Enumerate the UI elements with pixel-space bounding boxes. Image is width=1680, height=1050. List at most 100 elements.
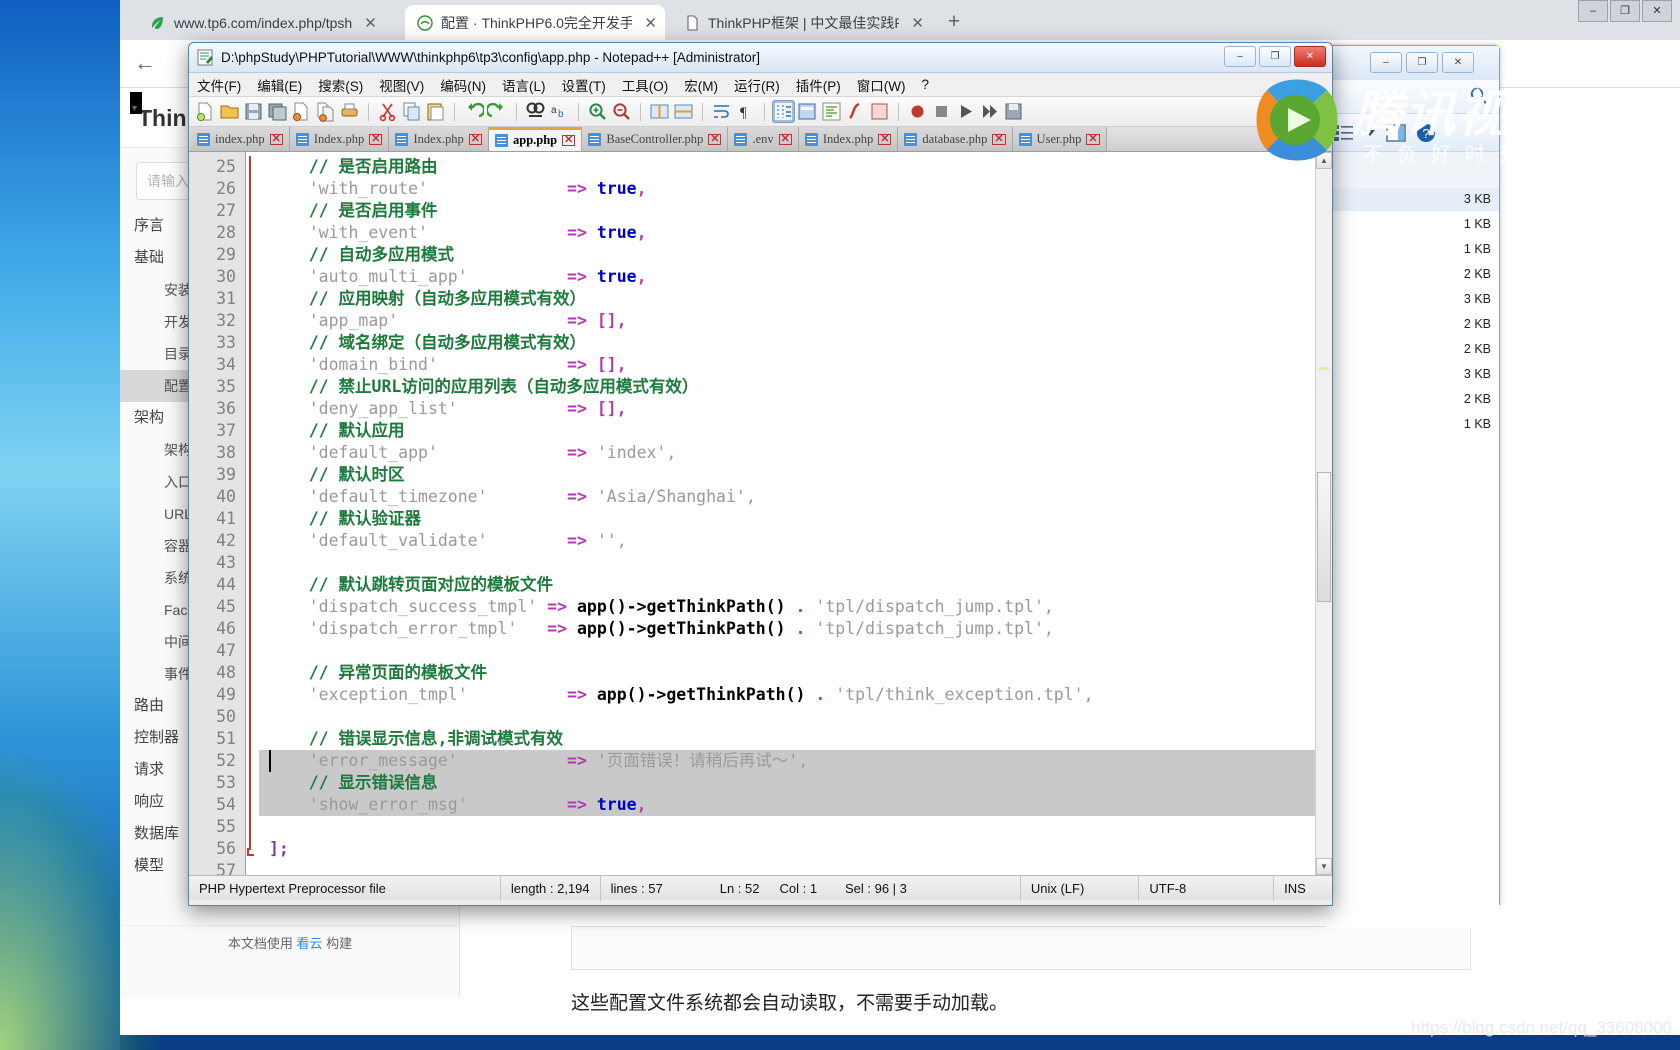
sync-v-scroll-icon[interactable]: [673, 101, 694, 122]
paste-icon[interactable]: [425, 101, 446, 122]
record-macro-icon[interactable]: [907, 101, 928, 122]
print-icon[interactable]: [339, 101, 360, 122]
user-defined-dialog-icon[interactable]: [797, 101, 818, 122]
close-icon[interactable]: ✕: [778, 133, 792, 145]
new-tab-button[interactable]: +: [940, 9, 968, 37]
explorer-file-row[interactable]: 1 KB: [1326, 213, 1499, 236]
editor-vertical-scrollbar[interactable]: ▲ ▼: [1315, 152, 1332, 875]
function-list-icon[interactable]: [845, 101, 866, 122]
save-icon[interactable]: [243, 101, 264, 122]
code-line[interactable]: [259, 860, 1332, 875]
menu-item[interactable]: 语言(L): [502, 75, 546, 95]
code-line[interactable]: // 默认跳转页面对应的模板文件: [259, 574, 1332, 596]
close-icon[interactable]: ✕: [992, 133, 1006, 145]
chevron-down-icon[interactable]: [1364, 128, 1376, 138]
menu-item[interactable]: 设置(T): [562, 75, 606, 95]
run-macro-multiple-icon[interactable]: [979, 101, 1000, 122]
close-icon[interactable]: ✕: [468, 133, 482, 145]
close-icon[interactable]: ✕: [708, 133, 722, 145]
code-line[interactable]: 'exception_tmpl' => app()->getThinkPath(…: [259, 684, 1332, 706]
maximize-button[interactable]: ❐: [1610, 0, 1640, 22]
close-icon[interactable]: ✕: [911, 14, 924, 32]
explorer-search-bar[interactable]: [1326, 80, 1499, 114]
code-line[interactable]: // 应用映射（自动多应用模式有效）: [259, 288, 1332, 310]
browser-tab-1[interactable]: 配置 · ThinkPHP6.0完全开发手册 ✕: [405, 5, 665, 40]
close-icon[interactable]: ✕: [269, 133, 283, 145]
code-line[interactable]: [259, 640, 1332, 662]
explorer-file-row[interactable]: 1 KB: [1326, 238, 1499, 261]
code-line[interactable]: // 异常页面的模板文件: [259, 662, 1332, 684]
explorer-file-row[interactable]: 2 KB: [1326, 263, 1499, 286]
redo-icon[interactable]: [485, 101, 508, 122]
stop-macro-icon[interactable]: [931, 101, 952, 122]
folder-workspace-icon[interactable]: [869, 101, 890, 122]
file-tab[interactable]: Index.php ✕: [389, 127, 489, 151]
tab-scroll-left-button[interactable]: ◀: [1300, 131, 1314, 147]
file-tab[interactable]: index.php ✕: [191, 127, 290, 151]
copy-icon[interactable]: [401, 101, 422, 122]
back-button[interactable]: ←: [130, 49, 160, 79]
code-line[interactable]: // 是否启用路由: [259, 156, 1332, 178]
close-icon[interactable]: ✕: [878, 133, 892, 145]
code-line[interactable]: // 禁止URL访问的应用列表（自动多应用模式有效）: [259, 376, 1332, 398]
indent-guide-icon[interactable]: [772, 100, 795, 123]
code-line[interactable]: 'domain_bind' => [],: [259, 354, 1332, 376]
code-line[interactable]: 'deny_app_list' => [],: [259, 398, 1332, 420]
play-macro-icon[interactable]: [955, 101, 976, 122]
close-icon[interactable]: ✕: [1086, 133, 1100, 145]
menu-item[interactable]: ?: [921, 77, 929, 92]
code-line[interactable]: // 显示错误信息: [259, 772, 1332, 794]
menu-item[interactable]: 视图(V): [379, 75, 424, 95]
code-line[interactable]: 'default_app' => 'index',: [259, 442, 1332, 464]
new-file-icon[interactable]: [195, 101, 216, 122]
menu-item[interactable]: 编辑(E): [257, 75, 302, 95]
code-line[interactable]: // 是否启用事件: [259, 200, 1332, 222]
code-line[interactable]: 'with_route' => true,: [259, 178, 1332, 200]
scroll-down-button[interactable]: ▼: [1316, 858, 1332, 875]
find-icon[interactable]: [525, 101, 546, 122]
explorer-file-row[interactable]: 2 KB: [1326, 338, 1499, 361]
explorer-file-row[interactable]: 1 KB: [1326, 413, 1499, 436]
file-tab[interactable]: Index.php ✕: [289, 127, 390, 151]
minimize-button[interactable]: –: [1224, 46, 1256, 67]
code-line[interactable]: 'auto_multi_app' => true,: [259, 266, 1332, 288]
code-line[interactable]: // 域名绑定（自动多应用模式有效）: [259, 332, 1332, 354]
code-line[interactable]: 'app_map' => [],: [259, 310, 1332, 332]
docs-footer-link[interactable]: 看云: [296, 936, 322, 951]
document-map-icon[interactable]: [821, 101, 842, 122]
browser-tab-2[interactable]: ThinkPHP框架 | 中文最佳实践PH ✕: [672, 5, 932, 40]
undo-icon[interactable]: [463, 101, 486, 122]
code-editor[interactable]: 25 26 27 28 29 30 31 32 33 34 35 36 37 38 39 40 41 42 43 44…: [189, 152, 1332, 875]
menu-item[interactable]: 文件(F): [197, 75, 241, 95]
code-line[interactable]: 'default_validate' => '',: [259, 530, 1332, 552]
save-all-icon[interactable]: [267, 101, 288, 122]
code-line[interactable]: [259, 706, 1332, 728]
code-line[interactable]: 'dispatch_error_tmpl' => app()->getThink…: [259, 618, 1332, 640]
show-all-chars-icon[interactable]: ¶: [735, 101, 756, 122]
code-line[interactable]: 'dispatch_success_tmpl' => app()->getThi…: [259, 596, 1332, 618]
explorer-file-list[interactable]: 3 KB 1 KB 1 KB 2 KB 3 KB 2 KB 2 KB 3 KB 2 KB 1 KB: [1326, 188, 1499, 928]
menu-item[interactable]: 插件(P): [796, 75, 841, 95]
file-tab[interactable]: User.php ✕: [1012, 127, 1107, 151]
close-file-icon[interactable]: [291, 101, 312, 122]
file-tab[interactable]: .env ✕: [728, 127, 799, 151]
browser-tab-0[interactable]: www.tp6.com/index.php/tpsh ✕: [138, 5, 398, 40]
code-line[interactable]: ];: [259, 838, 1332, 860]
code-line[interactable]: // 默认验证器: [259, 508, 1332, 530]
zoom-in-icon[interactable]: [587, 101, 608, 122]
chevron-down-icon[interactable]: ▼: [130, 92, 142, 114]
menu-item[interactable]: 搜索(S): [318, 75, 363, 95]
code-line[interactable]: // 错误显示信息,非调试模式有效: [259, 728, 1332, 750]
code-line[interactable]: [259, 552, 1332, 574]
zoom-out-icon[interactable]: [611, 101, 632, 122]
code-line[interactable]: // 默认应用: [259, 420, 1332, 442]
tab-scroll-right-button[interactable]: ▶: [1316, 131, 1330, 147]
minimize-button[interactable]: –: [1578, 0, 1608, 22]
code-line[interactable]: 'show_error_msg' => true,: [259, 794, 1332, 816]
open-file-icon[interactable]: [219, 101, 240, 122]
code-folding-column[interactable]: [245, 152, 259, 875]
explorer-file-row[interactable]: 3 KB: [1326, 288, 1499, 311]
code-line[interactable]: [259, 816, 1332, 838]
code-line[interactable]: // 自动多应用模式: [259, 244, 1332, 266]
explorer-file-row[interactable]: 2 KB: [1326, 313, 1499, 336]
